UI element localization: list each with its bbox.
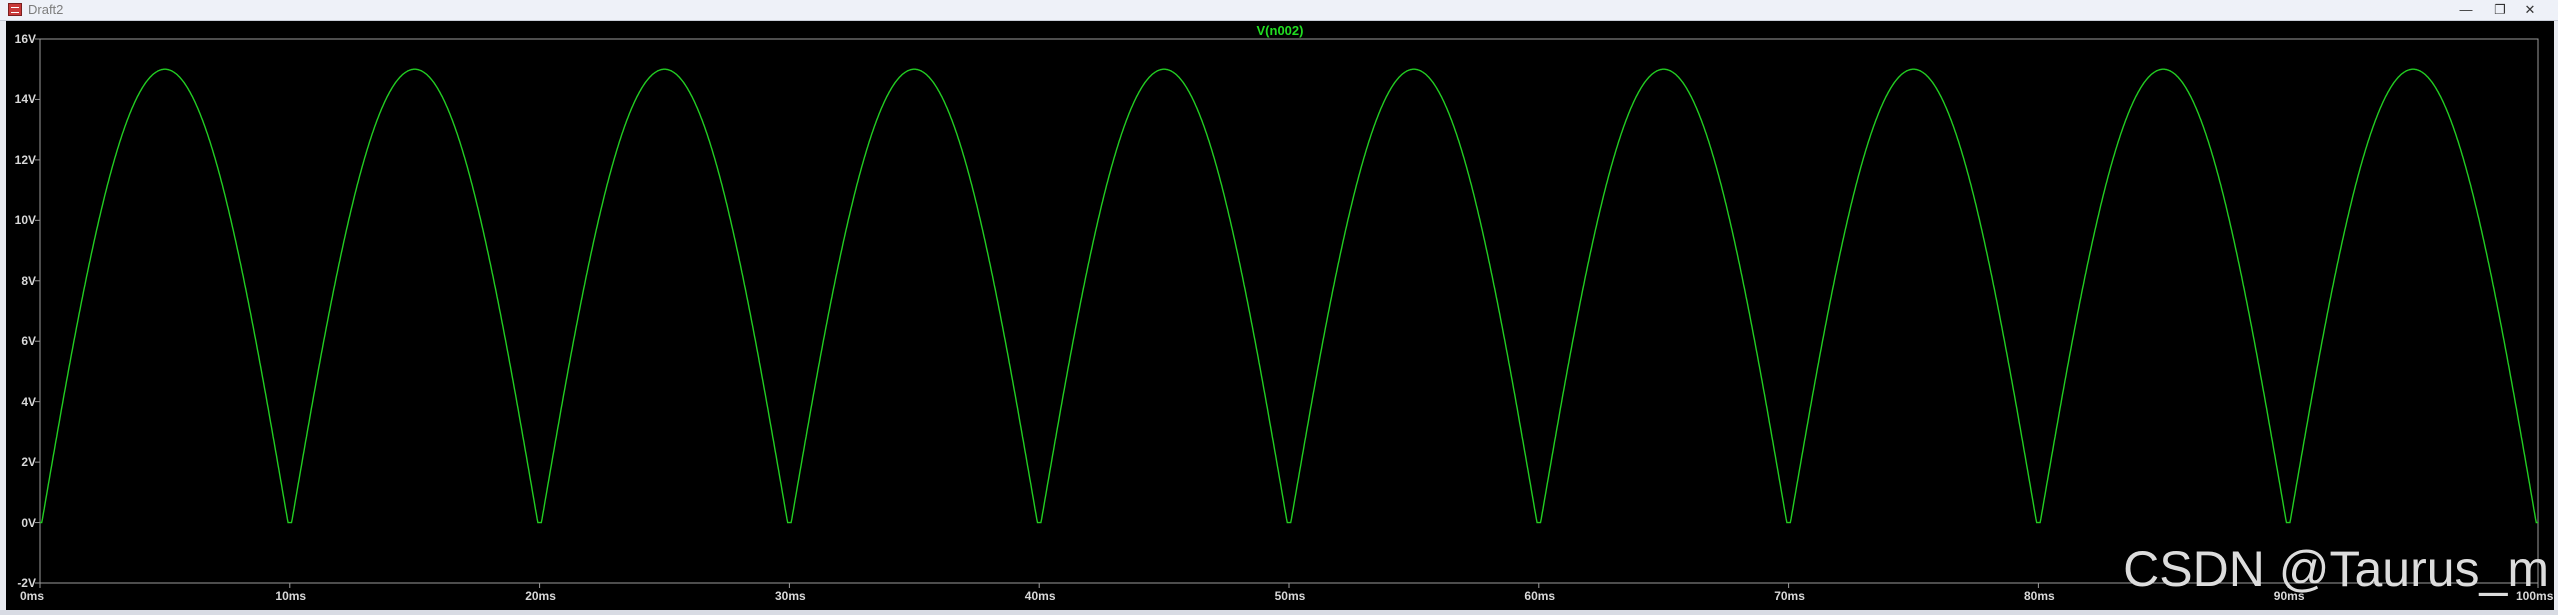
status-bar (0, 610, 2558, 615)
y-tick-label: 8V (21, 273, 36, 288)
waveform-plot[interactable]: V(n002) -2V 0V 2V 4V 6V 8V 10V 12V 14V 16V 0ms 10m… (6, 21, 2554, 610)
y-tick-label: 0V (21, 515, 36, 530)
app-icon (8, 3, 22, 16)
window-title: Draft2 (28, 2, 64, 17)
watermark-text: CSDN @Taurus_m (2123, 541, 2549, 597)
plot-window: Draft2 — ❐ ✕ V(n002) -2V 0V 2V 4V 6V 8V 10V 12V… (0, 0, 2558, 615)
plot-border (39, 38, 2539, 584)
y-tick-label: 12V (14, 152, 36, 167)
plot-canvas[interactable] (6, 21, 2554, 610)
x-tick-label: 80ms (2024, 589, 2055, 603)
x-tick-label: 60ms (1524, 589, 1556, 603)
x-tick-label: 40ms (1024, 589, 1056, 603)
title-bar[interactable]: Draft2 — ❐ ✕ (0, 0, 2558, 21)
restore-button[interactable]: ❐ (2486, 1, 2514, 18)
y-tick-label: -2V (17, 576, 36, 590)
y-tick-label: 14V (14, 92, 36, 107)
y-tick-label: 6V (21, 334, 36, 349)
x-tick-label: 70ms (1774, 589, 1805, 603)
x-tick-label: 30ms (775, 589, 806, 603)
y-tick-label: 4V (21, 394, 36, 409)
y-tick-label: 2V (21, 455, 36, 470)
y-tick-label: 10V (14, 213, 36, 228)
x-tick-label: 20ms (525, 589, 556, 603)
x-tick-label: 50ms (1274, 589, 1306, 603)
y-tick-label: 16V (14, 32, 36, 46)
x-tick-label: 10ms (275, 589, 307, 603)
minimize-button[interactable]: — (2452, 1, 2480, 18)
close-button[interactable]: ✕ (2516, 1, 2544, 18)
x-tick-label: 0ms (20, 589, 45, 603)
trace-vn002[interactable] (40, 68, 2538, 524)
